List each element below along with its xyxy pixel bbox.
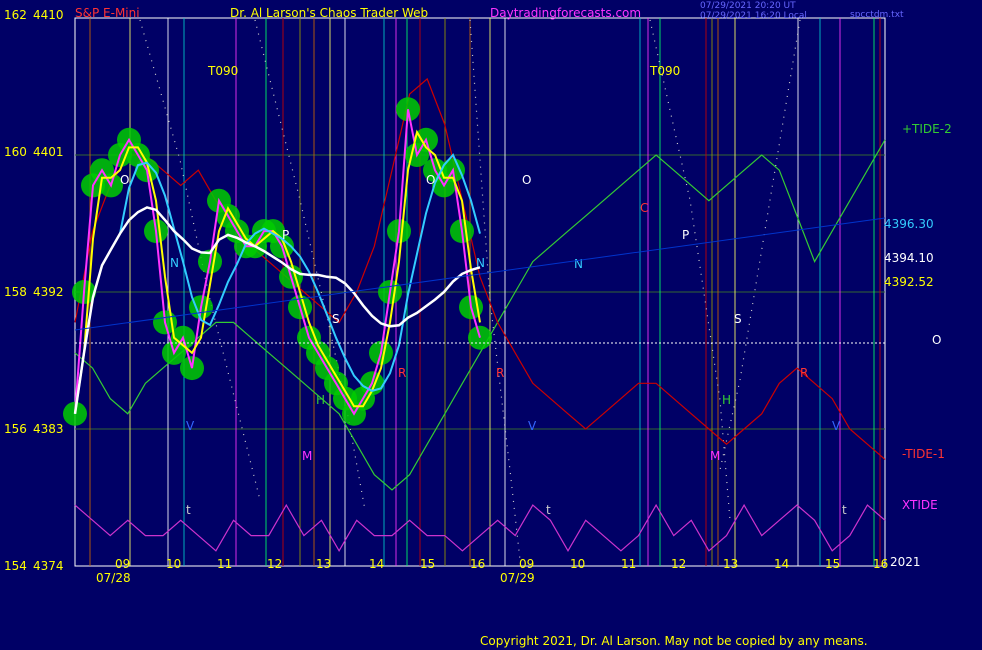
year-label: 2021 (890, 555, 921, 569)
letter-marker: N (476, 256, 485, 270)
x-hour-label: 14 (369, 557, 384, 571)
t090-marker: T090 (207, 64, 238, 78)
letter-marker: P (282, 228, 289, 242)
instrument-title: S&P E-Mini (75, 6, 140, 20)
x-hour-label: 14 (774, 557, 789, 571)
letter-marker: H (722, 393, 731, 407)
date-label: 07/28 (96, 571, 131, 585)
letter-marker: R (800, 366, 808, 380)
price-label-1: 4396.30 (884, 217, 934, 231)
timestamp-ut: 07/29/2021 20:20 UT (700, 1, 796, 11)
letter-marker: P (682, 228, 689, 242)
y-price-label: 4401 (33, 145, 64, 159)
mid-average-line (74, 153, 481, 414)
letter-marker: S (332, 312, 340, 326)
letter-marker: O (426, 173, 435, 187)
y-price-label: 4374 (33, 559, 64, 573)
xtide-line (74, 503, 886, 553)
letter-marker: R (398, 366, 406, 380)
price-label-2: 4394.10 (884, 251, 934, 265)
x-hour-label: 12 (267, 557, 282, 571)
x-hour-label: 15 (825, 557, 840, 571)
y-left-label: 156 (4, 422, 27, 436)
dotted-curve (254, 19, 366, 511)
dotted-curve (719, 19, 801, 471)
x-hour-label: 13 (316, 557, 331, 571)
t090-marker: T090 (649, 64, 680, 78)
o-label: O (932, 333, 941, 347)
y-left-top: 162 (4, 8, 27, 22)
letter-markers: O O O N N N P P S S H H M M R R R Ct t t V V V T090 T090 (120, 64, 847, 517)
y-left-label: 160 (4, 145, 27, 159)
x-hour-label: 13 (723, 557, 738, 571)
y-price-label: 4392 (33, 285, 64, 299)
x-hour-label: 11 (621, 557, 636, 571)
date-label: 07/29 (500, 571, 535, 585)
letter-marker: S (734, 312, 742, 326)
x-hour-label: 16 (873, 557, 888, 571)
x-hour-label: 09 (519, 557, 534, 571)
y-left-label: 154 (4, 559, 27, 573)
letter-marker: N (574, 257, 583, 271)
fast-average-line (74, 129, 481, 414)
letter-marker: M (710, 449, 720, 463)
dotted-curve (469, 19, 521, 561)
letter-marker: V (528, 419, 537, 433)
x-axis-labels: 09 10 11 12 13 14 15 16 09 10 11 12 13 14 15 16 (115, 557, 888, 571)
file-name: spcctdm.txt (850, 10, 904, 20)
site-link[interactable]: Daytradingforecasts.com (490, 6, 641, 20)
y-price-label: 4383 (33, 422, 64, 436)
letter-marker: M (302, 449, 312, 463)
x-hour-label: 11 (217, 557, 232, 571)
letter-marker: V (186, 419, 195, 433)
letter-marker: O (120, 173, 129, 187)
price-series (63, 97, 492, 426)
letter-marker: t (186, 503, 191, 517)
x-hour-label: 10 (570, 557, 585, 571)
letter-marker: t (842, 503, 847, 517)
xtide-label: XTIDE (902, 498, 938, 512)
letter-marker: R (496, 366, 504, 380)
y-price-top: 4410 (33, 8, 64, 22)
letter-marker: N (170, 256, 179, 270)
letter-marker: V (832, 419, 841, 433)
x-hour-label: 09 (115, 557, 130, 571)
letter-marker: t (546, 503, 551, 517)
tide-minus-label: -TIDE-1 (902, 447, 945, 461)
chart-title: Dr. Al Larson's Chaos Trader Web (230, 6, 428, 20)
x-hour-label: 10 (166, 557, 181, 571)
copyright-notice: Copyright 2021, Dr. Al Larson. May not b… (480, 634, 868, 648)
chaos-trader-chart: O O O N N N P P S S H H M M R R R Ct t t V V V T090 T090 162 441… (4, 1, 952, 585)
tide-plus-label: +TIDE-2 (902, 122, 952, 136)
letter-marker: H (316, 393, 325, 407)
letter-marker: O (522, 173, 531, 187)
horizontal-grid (75, 154, 885, 430)
x-hour-label: 12 (671, 557, 686, 571)
timestamp-local: 07/29/2021 16:20 Local (700, 11, 807, 21)
y-left-label: 158 (4, 285, 27, 299)
x-hour-label: 15 (420, 557, 435, 571)
letter-marker: C (640, 201, 648, 215)
x-hour-label: 16 (470, 557, 485, 571)
price-label-3: 4392.52 (884, 275, 934, 289)
